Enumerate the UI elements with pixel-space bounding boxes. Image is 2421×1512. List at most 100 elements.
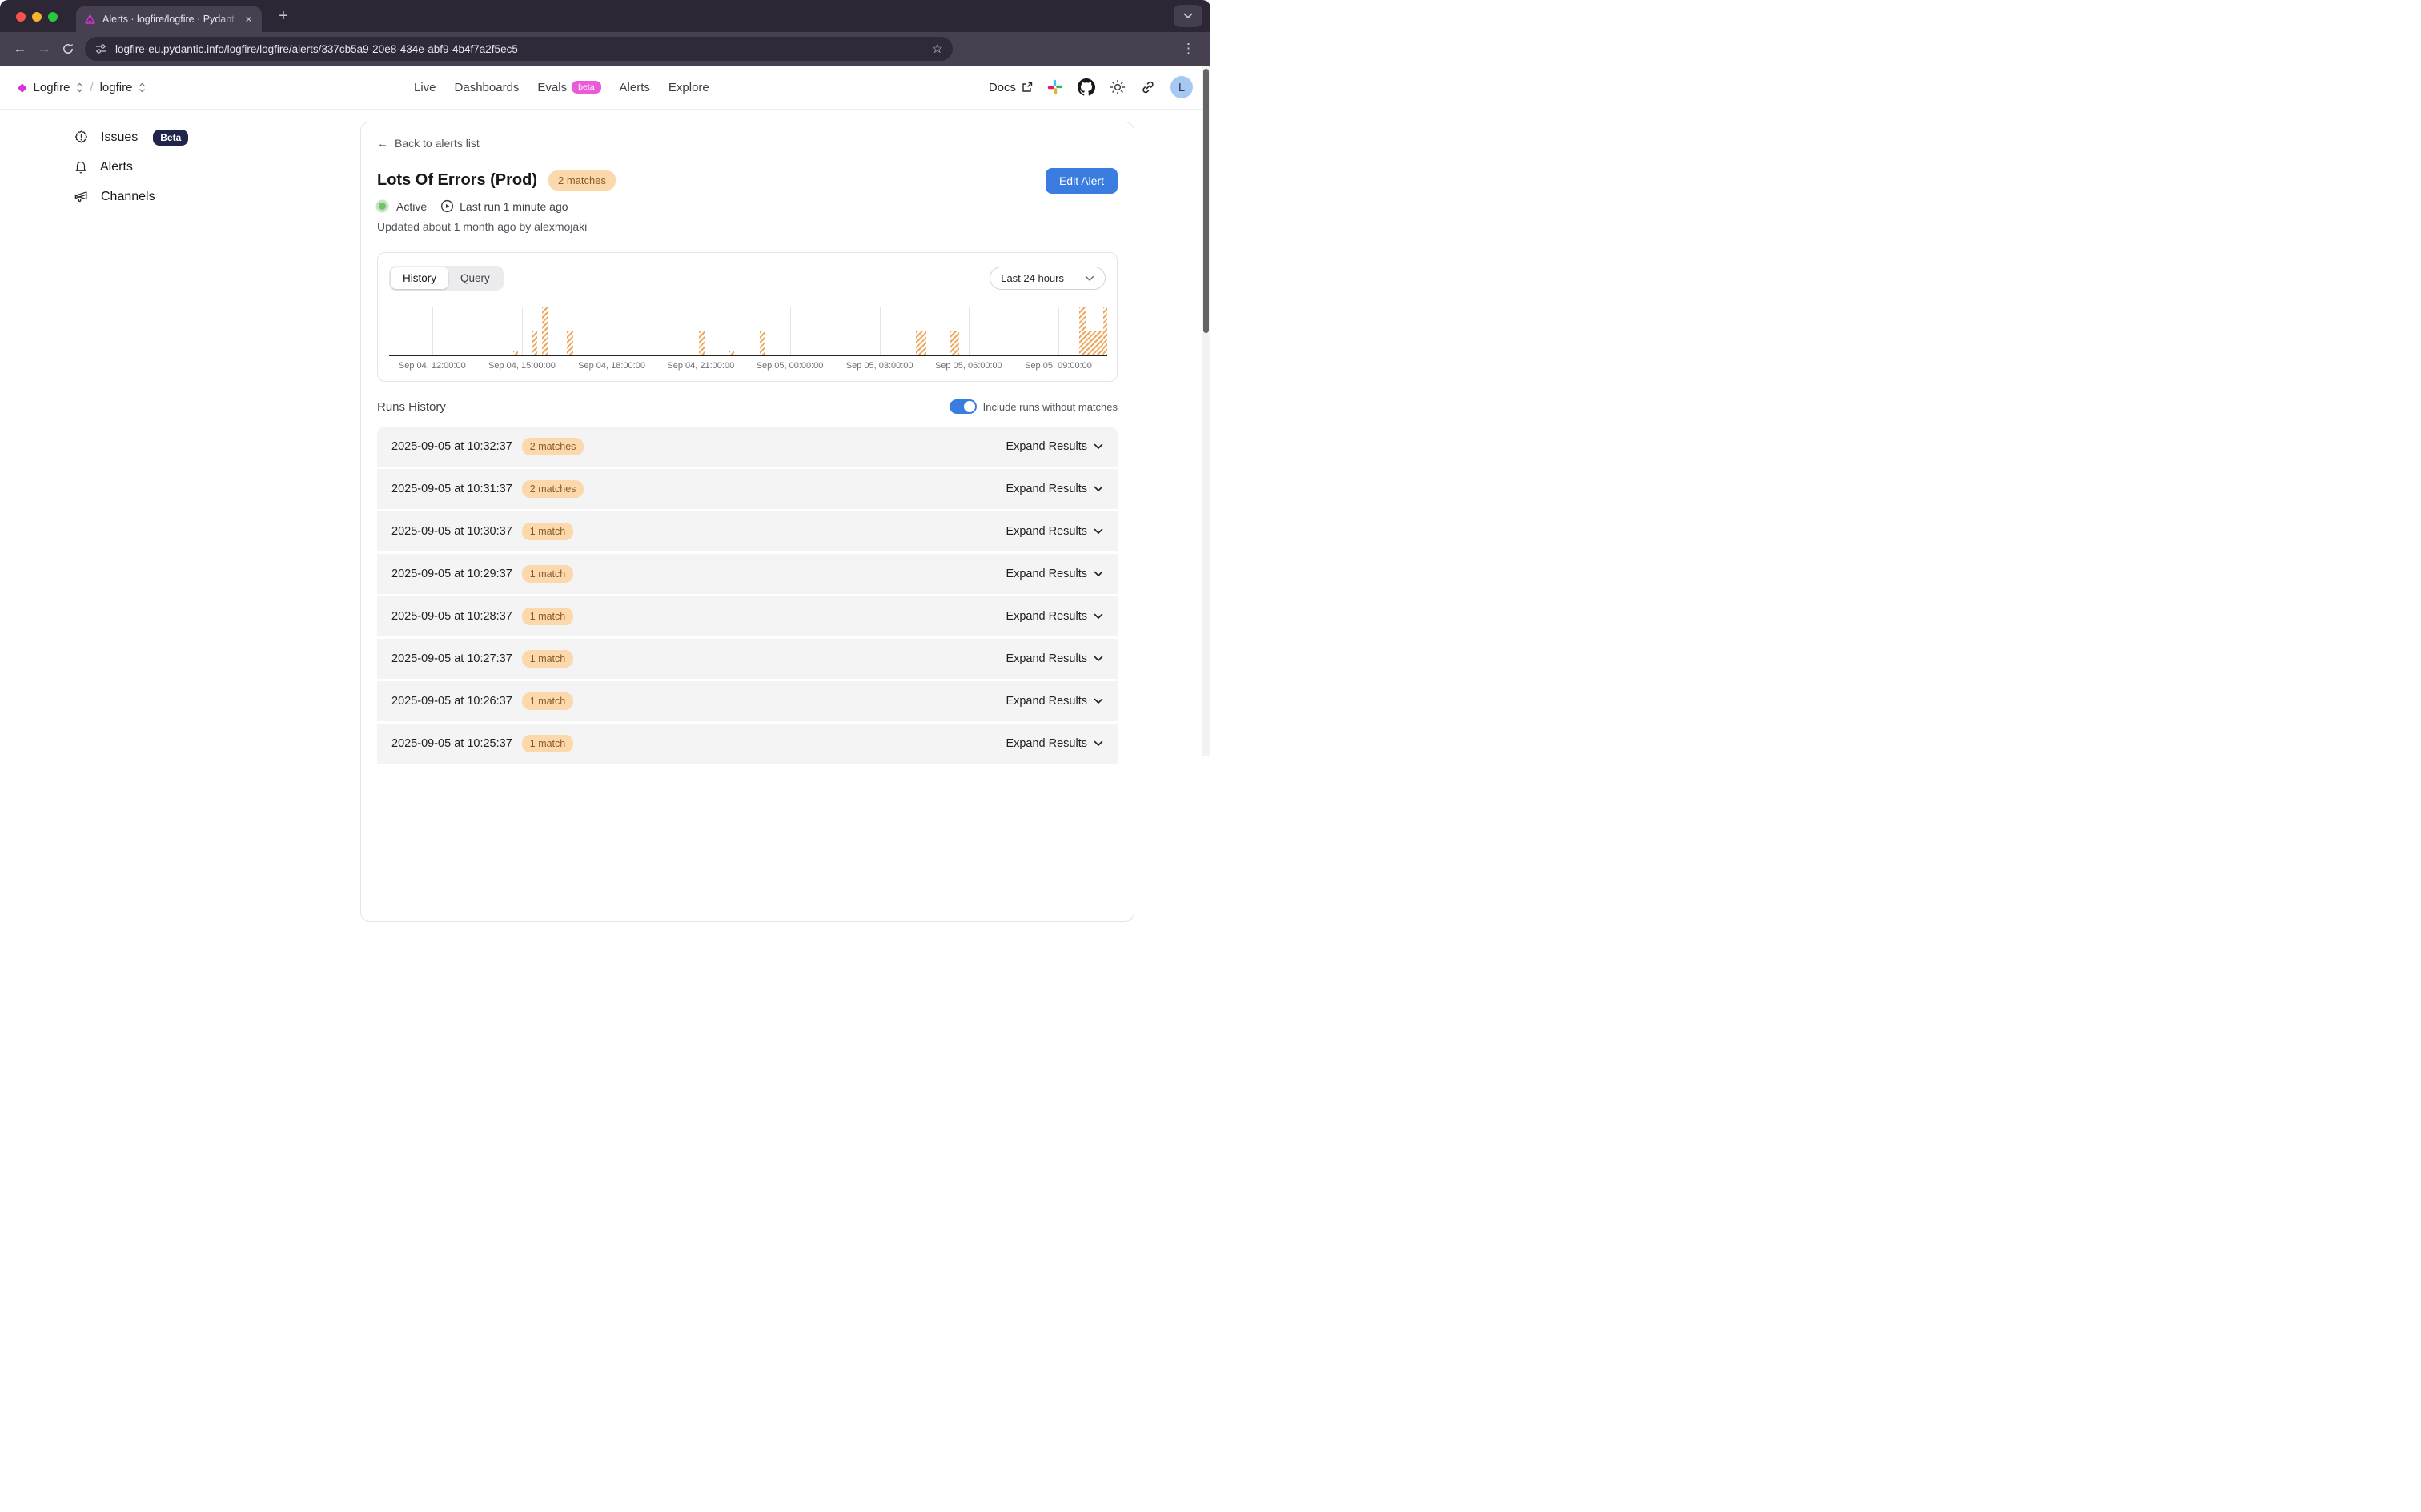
- expand-results-button[interactable]: Expand Results: [1006, 483, 1103, 495]
- fullscreen-window-button[interactable]: [48, 12, 58, 22]
- run-matches-badge: 2 matches: [522, 438, 584, 455]
- include-runs-toggle[interactable]: [950, 399, 977, 414]
- chart-bar: [542, 307, 548, 355]
- nav-item-explore[interactable]: Explore: [668, 81, 709, 94]
- page-title: Lots Of Errors (Prod): [377, 171, 537, 190]
- run-timestamp: 2025-09-05 at 10:26:37: [391, 695, 512, 708]
- tab-history[interactable]: History: [391, 267, 448, 289]
- sidebar-item-issues[interactable]: Issues Beta: [0, 122, 360, 152]
- chart-x-tick-label: Sep 05, 03:00:00: [846, 361, 913, 371]
- chart-bar: [1103, 307, 1107, 355]
- github-icon[interactable]: [1078, 78, 1095, 96]
- chart-bar: [532, 331, 537, 355]
- caret-updown-icon[interactable]: [76, 82, 83, 93]
- back-to-alerts-link[interactable]: ← Back to alerts list: [377, 137, 1118, 150]
- site-settings-icon[interactable]: [94, 42, 107, 55]
- chart-bar: [567, 331, 572, 355]
- expand-results-label: Expand Results: [1006, 652, 1087, 665]
- chart-x-tick-label: Sep 04, 18:00:00: [578, 361, 645, 371]
- expand-results-button[interactable]: Expand Results: [1006, 525, 1103, 538]
- run-matches-badge: 1 match: [522, 608, 573, 625]
- caret-updown-icon[interactable]: [139, 82, 146, 93]
- nav-item-dashboards[interactable]: Dashboards: [455, 81, 520, 94]
- browser-tab[interactable]: Alerts · logfire/logfire · Pydant ×: [76, 6, 262, 32]
- last-run: Last run 1 minute ago: [440, 199, 568, 213]
- include-runs-toggle-wrap: Include runs without matches: [950, 399, 1118, 414]
- tab-close-icon[interactable]: ×: [243, 14, 254, 26]
- chevron-down-icon: [1094, 571, 1103, 577]
- chart-x-tick-label: Sep 04, 15:00:00: [488, 361, 556, 371]
- run-timestamp: 2025-09-05 at 10:28:37: [391, 610, 512, 623]
- time-range-select[interactable]: Last 24 hours: [990, 267, 1106, 290]
- app-header: ◆ Logfire / logfire LiveDashboardsEvalsb…: [0, 66, 1210, 110]
- minimize-window-button[interactable]: [32, 12, 42, 22]
- sidebar-item-channels[interactable]: Channels: [0, 182, 360, 211]
- docs-link[interactable]: Docs: [989, 81, 1033, 94]
- nav-item-alerts[interactable]: Alerts: [620, 81, 650, 94]
- megaphone-icon: [74, 189, 89, 204]
- run-timestamp: 2025-09-05 at 10:27:37: [391, 652, 512, 665]
- new-tab-button[interactable]: +: [272, 7, 295, 26]
- run-timestamp: 2025-09-05 at 10:32:37: [391, 440, 512, 453]
- history-chart-plot: Sep 04, 12:00:00Sep 04, 15:00:00Sep 04, …: [389, 307, 1107, 356]
- avatar[interactable]: L: [1170, 76, 1193, 98]
- chart-gridline: [1058, 307, 1059, 355]
- nav-item-live[interactable]: Live: [414, 81, 436, 94]
- page-scrollbar[interactable]: [1202, 66, 1210, 756]
- slack-icon[interactable]: [1047, 79, 1063, 95]
- updated-by-text: Updated about 1 month ago by alexmojaki: [377, 220, 1118, 233]
- chart-bar: [950, 331, 959, 355]
- expand-results-button[interactable]: Expand Results: [1006, 610, 1103, 623]
- edit-alert-button[interactable]: Edit Alert: [1046, 168, 1118, 194]
- sidebar: Issues Beta Alerts Channels: [0, 110, 360, 211]
- run-row: 2025-09-05 at 10:32:37 2 matches Expand …: [377, 427, 1118, 467]
- chart-x-tick-label: Sep 05, 06:00:00: [935, 361, 1002, 371]
- history-query-tabs: History Query: [389, 266, 504, 291]
- chart-x-tick-label: Sep 04, 12:00:00: [399, 361, 466, 371]
- back-button[interactable]: ←: [8, 41, 32, 57]
- url-text[interactable]: logfire-eu.pydantic.info/logfire/logfire…: [115, 43, 518, 55]
- breadcrumb-separator: /: [90, 81, 93, 94]
- issues-seal-icon: [74, 130, 89, 145]
- expand-results-button[interactable]: Expand Results: [1006, 737, 1103, 750]
- run-timestamp: 2025-09-05 at 10:29:37: [391, 568, 512, 580]
- expand-results-label: Expand Results: [1006, 568, 1087, 580]
- forward-button[interactable]: →: [32, 41, 56, 57]
- nav-item-label: Live: [414, 81, 436, 94]
- org-selector[interactable]: Logfire: [34, 81, 70, 94]
- runs-history-title: Runs History: [377, 400, 446, 414]
- chart-gridline: [522, 307, 523, 355]
- include-runs-toggle-label: Include runs without matches: [983, 401, 1118, 413]
- expand-results-button[interactable]: Expand Results: [1006, 568, 1103, 580]
- bookmark-star-icon[interactable]: ☆: [932, 41, 943, 57]
- reload-button[interactable]: [56, 42, 80, 55]
- browser-menu-icon[interactable]: ⋮: [1182, 41, 1196, 57]
- close-window-button[interactable]: [16, 12, 26, 22]
- url-bar[interactable]: logfire-eu.pydantic.info/logfire/logfire…: [85, 37, 953, 61]
- expand-results-button[interactable]: Expand Results: [1006, 652, 1103, 665]
- share-link-icon[interactable]: [1140, 79, 1156, 95]
- chart-bar: [1079, 331, 1106, 355]
- nav-item-evals[interactable]: Evalsbeta: [537, 81, 600, 94]
- history-card: History Query Last 24 hours Sep 04, 12:0…: [377, 252, 1118, 382]
- tab-query[interactable]: Query: [448, 267, 502, 289]
- expand-results-button[interactable]: Expand Results: [1006, 695, 1103, 708]
- chart-bar: [760, 331, 765, 355]
- theme-toggle-sun-icon[interactable]: [1110, 79, 1126, 95]
- browser-toolbar: ← → logfire-eu.pydantic.info/logfire/log…: [0, 32, 1210, 66]
- chart-bar: [916, 331, 925, 355]
- alert-status-row: Active Last run 1 minute ago: [377, 199, 1118, 213]
- run-matches-badge: 1 match: [522, 650, 573, 668]
- project-selector[interactable]: logfire: [100, 81, 133, 94]
- window-controls: [16, 12, 58, 22]
- runs-history-header: Runs History Include runs without matche…: [377, 399, 1118, 414]
- expand-results-label: Expand Results: [1006, 610, 1087, 623]
- scrollbar-thumb[interactable]: [1203, 69, 1209, 333]
- run-row: 2025-09-05 at 10:30:37 1 match Expand Re…: [377, 511, 1118, 551]
- run-row: 2025-09-05 at 10:27:37 1 match Expand Re…: [377, 639, 1118, 679]
- tab-search-button[interactable]: [1174, 5, 1202, 27]
- chart-bar: [513, 351, 517, 355]
- expand-results-button[interactable]: Expand Results: [1006, 440, 1103, 453]
- sidebar-item-alerts[interactable]: Alerts: [0, 152, 360, 182]
- status-label: Active: [396, 200, 427, 213]
